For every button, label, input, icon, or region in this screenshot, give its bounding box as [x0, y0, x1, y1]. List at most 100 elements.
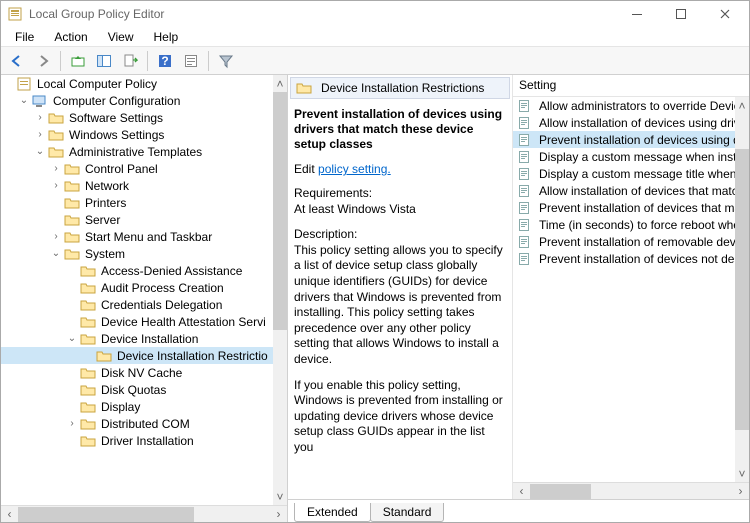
tree-node-software[interactable]: Software Settings [67, 111, 165, 125]
tree-node-disk-nv[interactable]: Disk NV Cache [99, 366, 184, 380]
edit-policy-line: Edit policy setting. [294, 162, 504, 176]
policy-root-icon [16, 76, 32, 92]
description-body-2: If you enable this policy setting, Windo… [294, 378, 504, 456]
tree-node-computer-config[interactable]: Computer Configuration [51, 94, 182, 108]
settings-list-item[interactable]: Prevent installation of removable device… [513, 233, 735, 250]
policy-item-icon [518, 200, 532, 216]
svg-text:?: ? [161, 54, 168, 68]
tree-node-windows[interactable]: Windows Settings [67, 128, 166, 142]
description-label: Description: [294, 227, 504, 243]
settings-list-item[interactable]: Allow administrators to override Device … [513, 97, 735, 114]
policy-item-icon [518, 234, 532, 250]
tree-node-printers[interactable]: Printers [83, 196, 128, 210]
tree-node-root[interactable]: Local Computer Policy [35, 77, 159, 91]
menu-action[interactable]: Action [44, 28, 97, 46]
settings-list-item[interactable]: Prevent installation of devices not desc… [513, 250, 735, 267]
settings-list-item-label: Prevent installation of devices not desc… [539, 252, 749, 266]
settings-list-item[interactable]: Prevent installation of devices using dr… [513, 131, 735, 148]
tree-node-dcom[interactable]: Distributed COM [99, 417, 192, 431]
main-split: Local Computer Policy ⌄ Computer Configur… [1, 75, 749, 522]
up-button[interactable] [66, 49, 90, 73]
settings-list-item[interactable]: Time (in seconds) to force reboot when r… [513, 216, 735, 233]
settings-list-header[interactable]: Setting [513, 75, 749, 97]
tree-node-display[interactable]: Display [99, 400, 142, 414]
close-button[interactable] [703, 1, 747, 27]
settings-list-item-label: Display a custom message when installati… [539, 150, 749, 164]
settings-list-item-label: Allow installation of devices that match… [539, 184, 749, 198]
scroll-right-icon[interactable]: › [270, 507, 287, 522]
properties-button[interactable] [179, 49, 203, 73]
tab-extended[interactable]: Extended [294, 503, 371, 522]
expand-icon[interactable]: › [33, 112, 47, 123]
scroll-up-icon[interactable]: ˄ [273, 75, 287, 92]
expand-icon[interactable]: › [49, 163, 63, 174]
settings-list[interactable]: Allow administrators to override Device … [513, 97, 735, 482]
settings-list-item[interactable]: Allow installation of devices using driv… [513, 114, 735, 131]
tree-node-audit[interactable]: Audit Process Creation [99, 281, 226, 295]
maximize-button[interactable] [659, 1, 703, 27]
folder-icon [80, 314, 96, 330]
scroll-down-icon[interactable]: ˅ [735, 465, 749, 482]
tree-node-device-installation-restrictions[interactable]: Device Installation Restrictio [115, 349, 270, 363]
collapse-icon[interactable]: ⌄ [33, 146, 47, 157]
back-button[interactable] [5, 49, 29, 73]
policy-tree[interactable]: Local Computer Policy ⌄ Computer Configur… [1, 75, 275, 505]
collapse-icon[interactable]: ⌄ [49, 248, 63, 259]
requirements-label: Requirements: [294, 186, 504, 202]
settings-list-item[interactable]: Allow installation of devices that match… [513, 182, 735, 199]
menu-view[interactable]: View [98, 28, 144, 46]
folder-icon [80, 263, 96, 279]
scroll-left-icon[interactable]: ‹ [1, 507, 18, 522]
menu-help[interactable]: Help [144, 28, 189, 46]
tree-node-disk-quotas[interactable]: Disk Quotas [99, 383, 168, 397]
tree-node-network[interactable]: Network [83, 179, 131, 193]
settings-list-item[interactable]: Display a custom message when installati… [513, 148, 735, 165]
tree-node-admin-templates[interactable]: Administrative Templates [67, 145, 204, 159]
folder-icon [64, 229, 80, 245]
edit-policy-link[interactable]: policy setting. [318, 162, 391, 176]
forward-button[interactable] [31, 49, 55, 73]
tree-node-driver-installation[interactable]: Driver Installation [99, 434, 196, 448]
scroll-right-icon[interactable]: › [732, 484, 749, 499]
tree-node-dhas[interactable]: Device Health Attestation Servi [99, 315, 268, 329]
scroll-up-icon[interactable]: ˄ [735, 97, 749, 114]
policy-item-icon [518, 183, 532, 199]
collapse-icon[interactable]: ⌄ [65, 333, 79, 344]
tree-node-credentials[interactable]: Credentials Delegation [99, 298, 224, 312]
folder-icon [48, 144, 64, 160]
toolbar: ? [1, 47, 749, 75]
minimize-button[interactable] [615, 1, 659, 27]
tree-vertical-scrollbar[interactable]: ˄ ˅ [273, 75, 287, 505]
tree-horizontal-scrollbar[interactable]: ‹ › [1, 505, 287, 522]
settings-list-item-label: Prevent installation of devices using dr… [539, 133, 749, 147]
export-button[interactable] [118, 49, 142, 73]
expand-icon[interactable]: › [65, 418, 79, 429]
tree-node-start-menu[interactable]: Start Menu and Taskbar [83, 230, 214, 244]
settings-list-item[interactable]: Display a custom message title when devi… [513, 165, 735, 182]
list-horizontal-scrollbar[interactable]: ‹ › [513, 482, 749, 499]
filter-button[interactable] [214, 49, 238, 73]
collapse-icon[interactable]: ⌄ [17, 95, 31, 106]
tree-node-system[interactable]: System [83, 247, 127, 261]
folder-icon [48, 110, 64, 126]
expand-icon[interactable]: › [49, 231, 63, 242]
list-vertical-scrollbar[interactable]: ˄ ˅ [735, 97, 749, 482]
menu-file[interactable]: File [5, 28, 44, 46]
show-hide-tree-button[interactable] [92, 49, 116, 73]
tree-node-device-installation[interactable]: Device Installation [99, 332, 200, 346]
tree-node-control-panel[interactable]: Control Panel [83, 162, 160, 176]
description-body: This policy setting allows you to specif… [294, 243, 504, 368]
tab-standard[interactable]: Standard [370, 503, 445, 522]
app-icon [7, 6, 23, 22]
help-button[interactable]: ? [153, 49, 177, 73]
tree-node-server[interactable]: Server [83, 213, 122, 227]
scroll-left-icon[interactable]: ‹ [513, 484, 530, 499]
expand-icon[interactable]: › [49, 180, 63, 191]
policy-item-icon [518, 115, 532, 131]
tree-node-ada[interactable]: Access-Denied Assistance [99, 264, 244, 278]
scroll-down-icon[interactable]: ˅ [273, 488, 287, 505]
computer-icon [32, 93, 48, 109]
folder-icon [64, 212, 80, 228]
expand-icon[interactable]: › [33, 129, 47, 140]
settings-list-item[interactable]: Prevent installation of devices that mat… [513, 199, 735, 216]
